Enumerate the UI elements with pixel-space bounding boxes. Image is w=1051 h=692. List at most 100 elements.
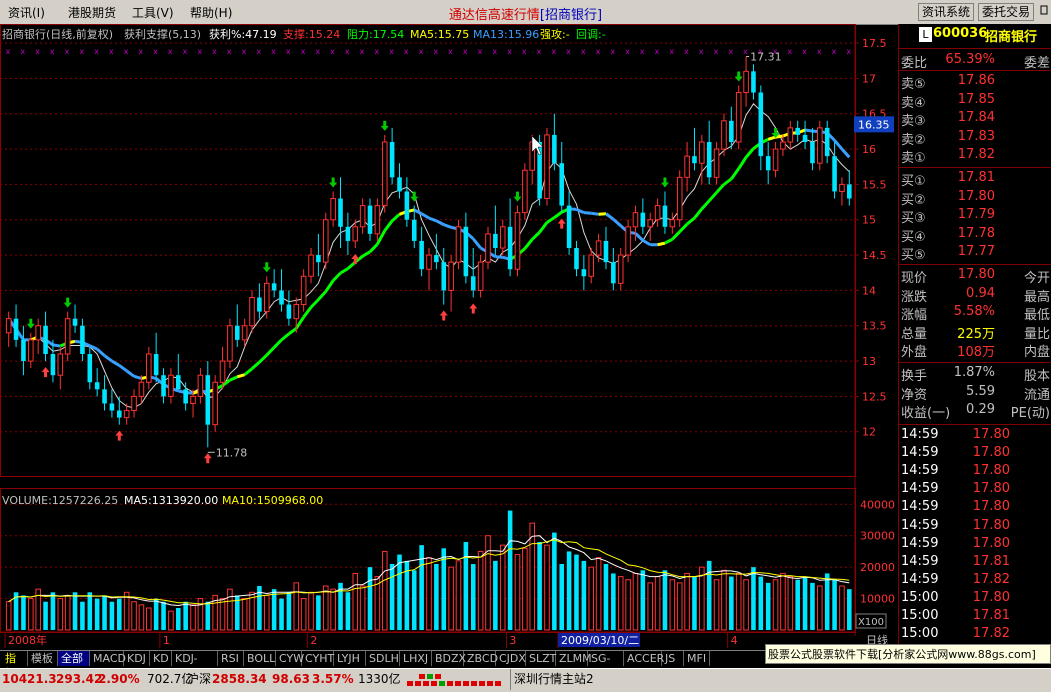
volume-bar bbox=[507, 510, 513, 630]
indicator-tab[interactable]: SDLH bbox=[366, 651, 400, 666]
candle-body bbox=[286, 304, 292, 319]
sell-price: 17.83 bbox=[957, 128, 995, 144]
candle-body bbox=[780, 141, 786, 150]
candle-body bbox=[463, 226, 469, 277]
buy-label: 买④ bbox=[901, 229, 926, 245]
sell-row: 卖② 17.83 bbox=[899, 128, 1051, 148]
volume-bar bbox=[64, 594, 71, 631]
candle-body bbox=[611, 262, 616, 284]
volume-bar bbox=[463, 542, 469, 630]
ma13-segment bbox=[103, 354, 113, 363]
candle-body bbox=[279, 290, 284, 305]
ad-bar[interactable]: 股票公式股票软件下载[分析家公式网www.88gs.com] bbox=[765, 644, 1051, 664]
volume-bar bbox=[117, 598, 122, 630]
volume-bar bbox=[271, 589, 277, 630]
volume-bar bbox=[455, 560, 462, 631]
indicator-tab[interactable]: LYJH bbox=[334, 651, 366, 666]
volume-bar bbox=[514, 554, 521, 631]
volume-bar bbox=[721, 569, 727, 631]
volume-bar bbox=[352, 572, 359, 631]
indicator-tab[interactable]: SG-LB bbox=[588, 651, 624, 680]
signal-down-arrow bbox=[660, 177, 669, 188]
trade-button[interactable]: 委托交易 bbox=[978, 3, 1035, 21]
indicator-tab[interactable]: CJDX bbox=[496, 651, 526, 666]
tick-row: 15:00 17.82 bbox=[899, 626, 1051, 644]
station-name[interactable]: 深圳行情主站2 bbox=[510, 669, 594, 690]
indicator-tab[interactable]: LHXJ bbox=[400, 651, 432, 666]
indicator-tab[interactable]: ACCER bbox=[624, 651, 664, 666]
indicator-tab[interactable]: ZLMM bbox=[556, 651, 592, 666]
candle-body bbox=[241, 325, 248, 341]
ad-text[interactable]: 股票公式股票软件下载[分析家公式网www.88gs.com] bbox=[768, 648, 1036, 661]
candle-body bbox=[138, 381, 145, 397]
indicator-tab[interactable]: MACD bbox=[90, 651, 126, 666]
quote-row: 涨跌 0.94 最高 bbox=[899, 286, 1051, 305]
code-header: L 600036 招商银行 bbox=[899, 24, 1051, 46]
candle-body bbox=[374, 205, 381, 235]
candle-body bbox=[109, 403, 115, 411]
quote-row: 现价 17.80 今开 bbox=[899, 267, 1051, 286]
indicator-tab[interactable]: KD bbox=[150, 651, 172, 666]
candle-body bbox=[566, 205, 572, 248]
marker-x: x bbox=[832, 47, 837, 56]
x-tick-label: 3 bbox=[509, 634, 516, 647]
indicator-tab[interactable]: CYW bbox=[276, 651, 304, 666]
ma13-segment bbox=[612, 218, 622, 227]
candle-body bbox=[35, 325, 41, 341]
indicator-tab[interactable]: SLZT bbox=[526, 651, 556, 666]
marker-x: x bbox=[6, 47, 11, 56]
volume-bar bbox=[552, 532, 557, 630]
indicator-tab[interactable]: 指标 bbox=[2, 651, 28, 680]
indicator-tab[interactable]: RSI bbox=[218, 651, 244, 666]
volume-bar bbox=[522, 547, 528, 631]
indicator-tab[interactable]: 模板 bbox=[28, 651, 58, 666]
indicator-tab[interactable]: BOLL bbox=[244, 651, 276, 666]
candle-body bbox=[308, 254, 314, 277]
volume-bar bbox=[699, 566, 705, 631]
candle-body bbox=[713, 148, 720, 178]
indicator-tab[interactable]: CYHT bbox=[302, 651, 334, 666]
tick-time: 14:59 bbox=[901, 499, 939, 515]
volume-bar bbox=[308, 591, 314, 631]
indicator-tab[interactable]: BDZX bbox=[432, 651, 466, 666]
marker-x: x bbox=[227, 47, 232, 56]
marker-x: x bbox=[699, 47, 704, 56]
sell-label: 卖③ bbox=[901, 114, 926, 129]
ma13-segment bbox=[833, 139, 844, 151]
volume-bar bbox=[330, 588, 336, 631]
indicator-tab[interactable]: ZBCD bbox=[464, 651, 498, 666]
candle-body bbox=[441, 262, 447, 291]
indicator-tab[interactable]: KDJ bbox=[124, 651, 150, 666]
high-label: 17.31 bbox=[750, 50, 782, 63]
volume-bar bbox=[795, 579, 800, 630]
candle-body bbox=[581, 269, 587, 277]
info-system-button[interactable]: 资讯系统 bbox=[918, 3, 975, 21]
quote-label2: 内盘 bbox=[1023, 345, 1050, 360]
marker-x: x bbox=[79, 47, 84, 56]
marker-x: x bbox=[197, 47, 202, 56]
marker-x: x bbox=[507, 47, 512, 56]
indicator-tab[interactable]: MFI bbox=[684, 651, 710, 666]
candle-body bbox=[381, 141, 388, 207]
candle-body bbox=[183, 389, 188, 404]
signal-up-arrow bbox=[439, 310, 448, 321]
y-axis: 17.51716.51615.51514.51413.51312.5124000… bbox=[854, 24, 895, 647]
candle-body bbox=[345, 226, 351, 241]
volume-bar bbox=[43, 601, 48, 630]
ma13-segment bbox=[737, 156, 748, 170]
ma13-segment bbox=[767, 135, 776, 141]
tick-price: 17.80 bbox=[972, 427, 1010, 442]
x-tick-label: 2008年 bbox=[8, 633, 47, 647]
indicator-tab[interactable]: 全部 bbox=[58, 651, 90, 666]
rp-divider bbox=[899, 70, 1051, 71]
window-control-icon[interactable] bbox=[1040, 5, 1048, 15]
price-tick-label: 17 bbox=[862, 72, 876, 85]
marker-x: x bbox=[183, 47, 188, 56]
indicator-tab[interactable]: KDJ-TDX bbox=[172, 651, 218, 680]
quote-value: 108万 bbox=[957, 345, 995, 360]
volume-bar bbox=[647, 582, 654, 631]
indicator-tab[interactable]: JS bbox=[662, 651, 684, 666]
volume-bar bbox=[381, 550, 388, 631]
main-chart[interactable]: xxxxxxxxxxxxxxxxxxxxxxxxxxxxxxxxxxxxxxxx… bbox=[0, 24, 898, 650]
header-indicator: 获利支撑(5,13) bbox=[124, 27, 201, 41]
